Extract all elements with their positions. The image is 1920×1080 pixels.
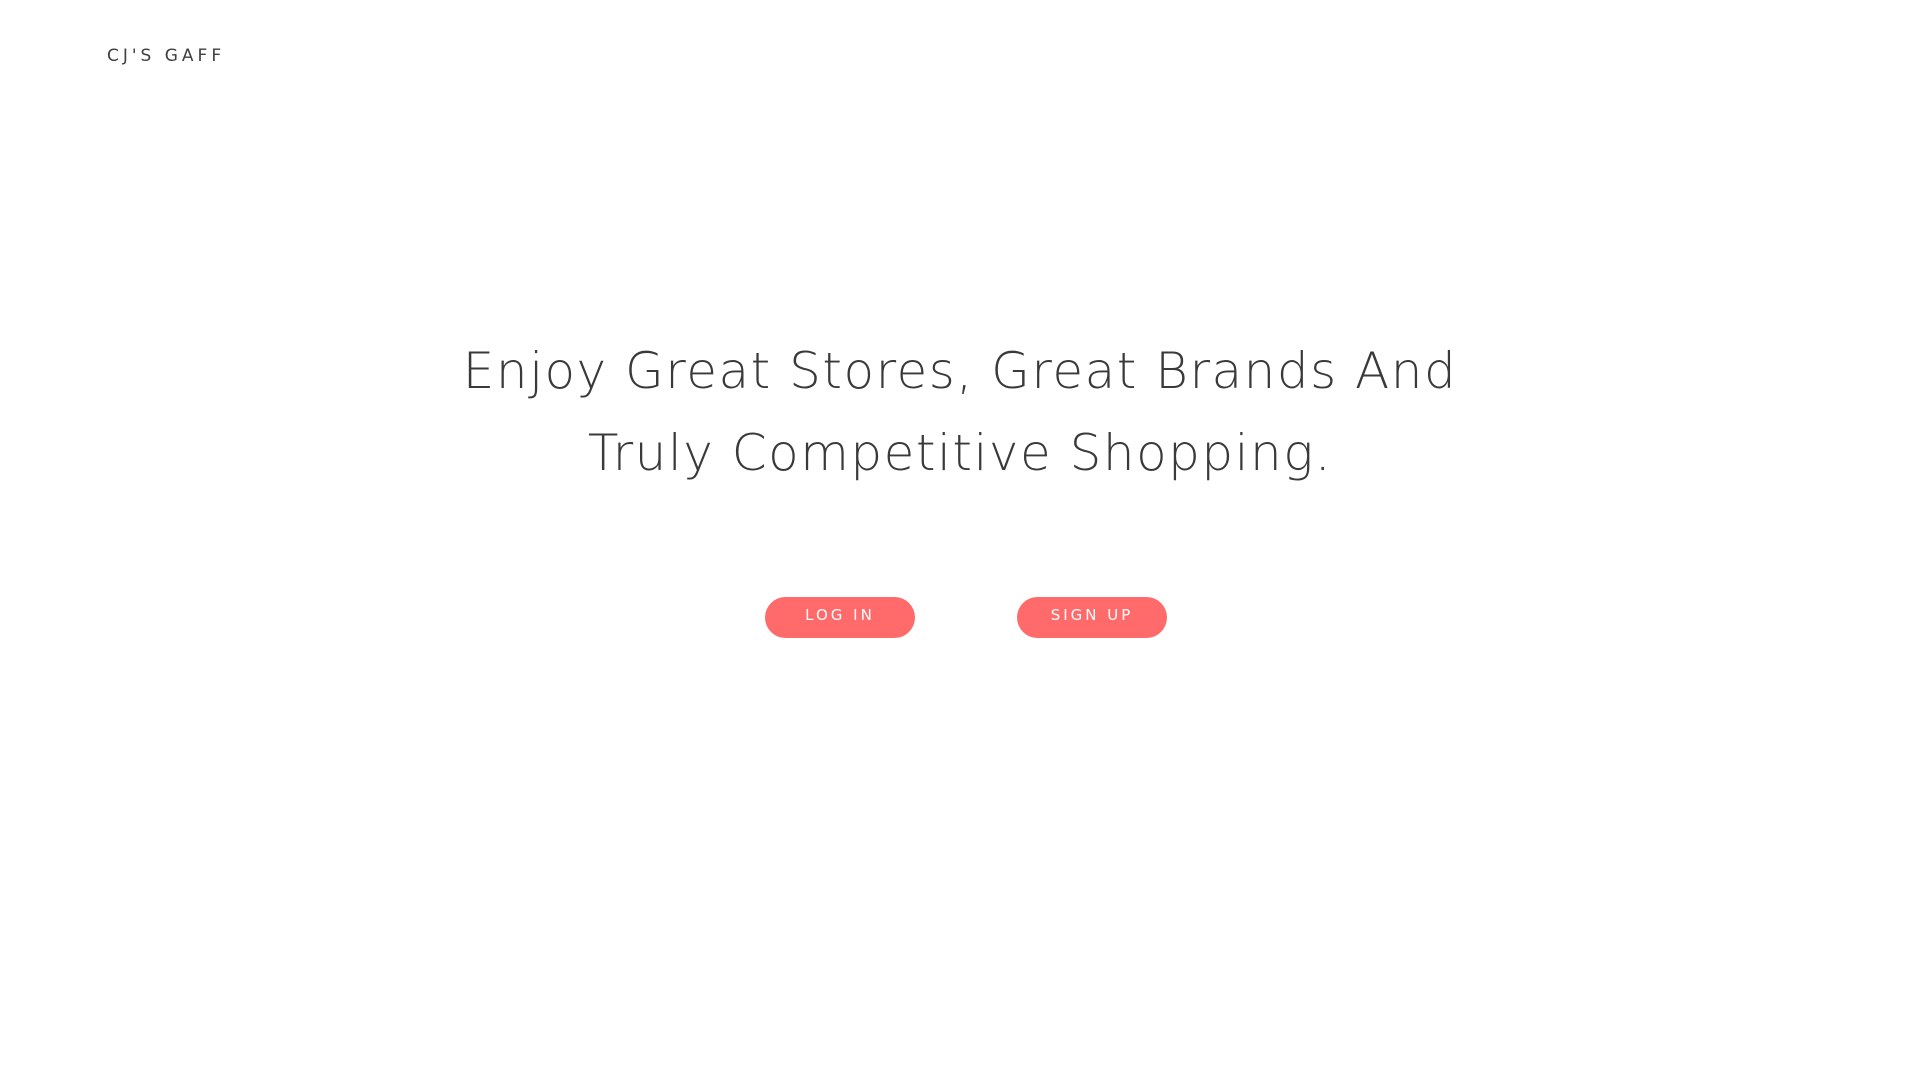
hero-headline-line-2: Truly Competitive Shopping.	[587, 424, 1333, 482]
hero-headline-line-1: Enjoy Great Stores, Great Brands And	[462, 342, 1458, 400]
login-button[interactable]: LOG IN	[765, 597, 915, 638]
brand-logo-text[interactable]: CJ'S GAFF	[107, 46, 225, 66]
auth-actions: LOG IN SIGN UP	[0, 597, 1920, 638]
hero-headline: Enjoy Great Stores, Great Brands And Tru…	[0, 330, 1920, 494]
signup-button[interactable]: SIGN UP	[1017, 597, 1167, 638]
hero-section: Enjoy Great Stores, Great Brands And Tru…	[0, 330, 1920, 494]
